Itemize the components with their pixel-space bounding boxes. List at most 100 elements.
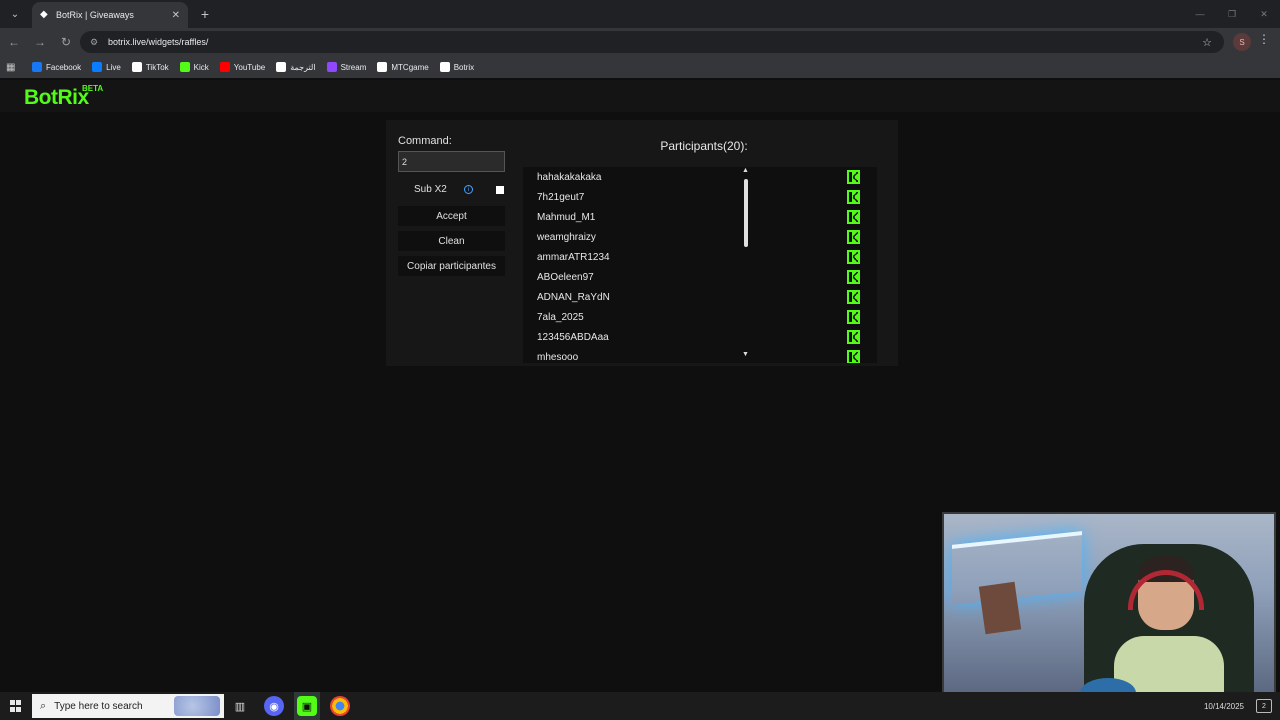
windows-taskbar: ⌕ Type here to search ▥ ◉ ▣ 10/14/2025 2 — [0, 692, 1280, 720]
streaming-app-icon[interactable]: ▣ — [297, 696, 317, 716]
copy-participants-button[interactable]: Copiar participantes — [398, 256, 505, 276]
webcam-overlay — [942, 512, 1276, 706]
sub-x2-label: Sub X2 — [414, 184, 447, 195]
scroll-thumb[interactable] — [744, 179, 748, 247]
kick-platform-icon — [847, 210, 860, 224]
raffle-panel: Command: Sub X2 i Accept Clean Copiar pa… — [386, 120, 898, 366]
command-input[interactable] — [398, 151, 505, 172]
tab-title: BotRix | Giveaways — [56, 10, 134, 20]
clock-date: 10/14/2025 — [1203, 701, 1244, 711]
restore-icon[interactable]: ❐ — [1216, 0, 1248, 28]
forward-icon[interactable]: → — [28, 30, 52, 54]
site-info-icon[interactable]: ⚙ — [90, 37, 100, 47]
participant-row[interactable]: weamghraizy — [523, 227, 877, 247]
mtcgame-icon — [377, 62, 388, 72]
clean-button[interactable]: Clean — [398, 231, 505, 251]
browser-tab[interactable]: ◆ BotRix | Giveaways ✕ — [32, 2, 188, 28]
profile-avatar[interactable]: S — [1233, 33, 1251, 51]
participant-name: ABOeleen97 — [537, 272, 594, 283]
participants-list[interactable]: hahakakakaka 7h21geut7 Mahmud_M1 weamghraiz… — [523, 167, 877, 363]
bookmark-label: Botrix — [453, 62, 475, 72]
bookmark-item[interactable]: YouTube — [219, 62, 266, 72]
tab-close-icon[interactable]: ✕ — [172, 10, 180, 21]
search-highlight-image — [174, 696, 220, 716]
taskbar-search-placeholder: Type here to search — [54, 700, 143, 712]
bookmark-label: Facebook — [46, 62, 82, 72]
window-close-icon[interactable]: ✕ — [1248, 0, 1280, 28]
bookmark-item[interactable]: TikTok — [131, 62, 169, 72]
bookmark-item[interactable]: Botrix — [439, 62, 475, 72]
participant-row[interactable]: Mahmud_M1 — [523, 207, 877, 227]
tab-search-chevron-icon[interactable]: ⌄ — [4, 3, 26, 25]
meta-icon — [92, 62, 103, 72]
participant-row[interactable]: 123456ABDAaa — [523, 327, 877, 347]
bookmark-label: Live — [106, 62, 121, 72]
beta-badge: BETA — [82, 84, 104, 93]
kick-platform-icon — [847, 310, 860, 324]
accept-button[interactable]: Accept — [398, 206, 505, 226]
scroll-down-icon[interactable]: ▼ — [742, 351, 749, 358]
bookmark-item[interactable]: Facebook — [32, 62, 81, 72]
task-view-icon[interactable]: ▥ — [230, 696, 250, 716]
kick-platform-icon — [847, 190, 860, 204]
participant-row[interactable]: ammarATR1234 — [523, 247, 877, 267]
participant-row[interactable]: ADNAN_RaYdN — [523, 287, 877, 307]
kick-platform-icon — [847, 350, 860, 363]
new-tab-icon[interactable]: + — [194, 3, 216, 25]
chrome-icon[interactable] — [330, 696, 350, 716]
youtube-icon — [219, 62, 230, 72]
participants-title: Participants(20): — [660, 139, 748, 153]
participant-name: 7h21geut7 — [537, 192, 585, 203]
back-icon[interactable]: ← — [2, 30, 26, 54]
scroll-up-icon[interactable]: ▲ — [742, 167, 749, 174]
tiktok-icon — [131, 62, 142, 72]
participant-row[interactable]: ABOeleen97 — [523, 267, 877, 287]
participant-name: ammarATR1234 — [537, 252, 610, 263]
system-tray: 10/14/2025 2 — [1204, 694, 1272, 718]
bookmark-item[interactable]: Kick — [179, 62, 209, 72]
kick-platform-icon — [847, 330, 860, 344]
notifications-icon[interactable]: 2 — [1256, 699, 1272, 713]
participant-name: ADNAN_RaYdN — [537, 292, 610, 303]
bookmark-label: YouTube — [233, 62, 266, 72]
bookmark-label: TikTok — [145, 62, 169, 72]
minimize-icon[interactable]: — — [1184, 0, 1216, 28]
bookmarks-bar: ▦ Facebook Live TikTok Kick YouTube الترجمة St… — [0, 56, 1280, 78]
kick-platform-icon — [847, 230, 860, 244]
participant-row[interactable]: 7h21geut7 — [523, 187, 877, 207]
browser-menu-icon[interactable]: ⋮ — [1258, 32, 1270, 46]
participant-name: weamghraizy — [537, 232, 596, 243]
reload-icon[interactable]: ↻ — [54, 30, 78, 54]
participant-name: mhesooo — [537, 352, 579, 363]
bookmark-label: الترجمة — [290, 62, 316, 72]
kick-platform-icon — [847, 250, 860, 264]
site-header: BotRix BETA — [0, 80, 1280, 112]
browser-toolbar: ← → ↻ ⚙ botrix.live/widgets/raffles/ ☆ S… — [0, 28, 1280, 56]
participants-scrollbar[interactable]: ▲ ▼ — [742, 167, 750, 363]
bookmark-item[interactable]: Live — [92, 62, 121, 72]
search-icon: ⌕ — [40, 699, 47, 712]
bookmark-item[interactable]: Stream — [326, 62, 366, 72]
poster — [978, 581, 1022, 635]
participant-row[interactable]: hahakakakaka — [523, 167, 877, 187]
clock[interactable]: 10/14/2025 — [1204, 701, 1244, 712]
windows-start-icon[interactable] — [10, 700, 22, 712]
apps-grid-icon[interactable]: ▦ — [6, 62, 20, 73]
participant-row[interactable]: 7ala_2025 — [523, 307, 877, 327]
botrix-logo[interactable]: BotRix — [24, 86, 89, 110]
stream-icon — [326, 62, 337, 72]
address-bar[interactable]: ⚙ botrix.live/widgets/raffles/ ☆ — [80, 31, 1224, 53]
participant-row[interactable]: mhesooo — [523, 347, 877, 363]
bookmark-label: MTCgame — [391, 62, 429, 72]
info-icon[interactable]: i — [464, 185, 473, 194]
botrix-favicon-icon: ◆ — [40, 9, 48, 20]
bookmark-item[interactable]: MTCgame — [377, 62, 429, 72]
url-text: botrix.live/widgets/raffles/ — [108, 37, 209, 47]
participant-name: 123456ABDAaa — [537, 332, 609, 343]
participant-name: Mahmud_M1 — [537, 212, 596, 223]
discord-icon[interactable]: ◉ — [264, 696, 284, 716]
sub-x2-checkbox[interactable] — [496, 186, 504, 194]
bookmark-star-icon[interactable]: ☆ — [1202, 36, 1212, 49]
facebook-icon — [32, 62, 42, 72]
bookmark-item[interactable]: الترجمة — [276, 62, 316, 72]
